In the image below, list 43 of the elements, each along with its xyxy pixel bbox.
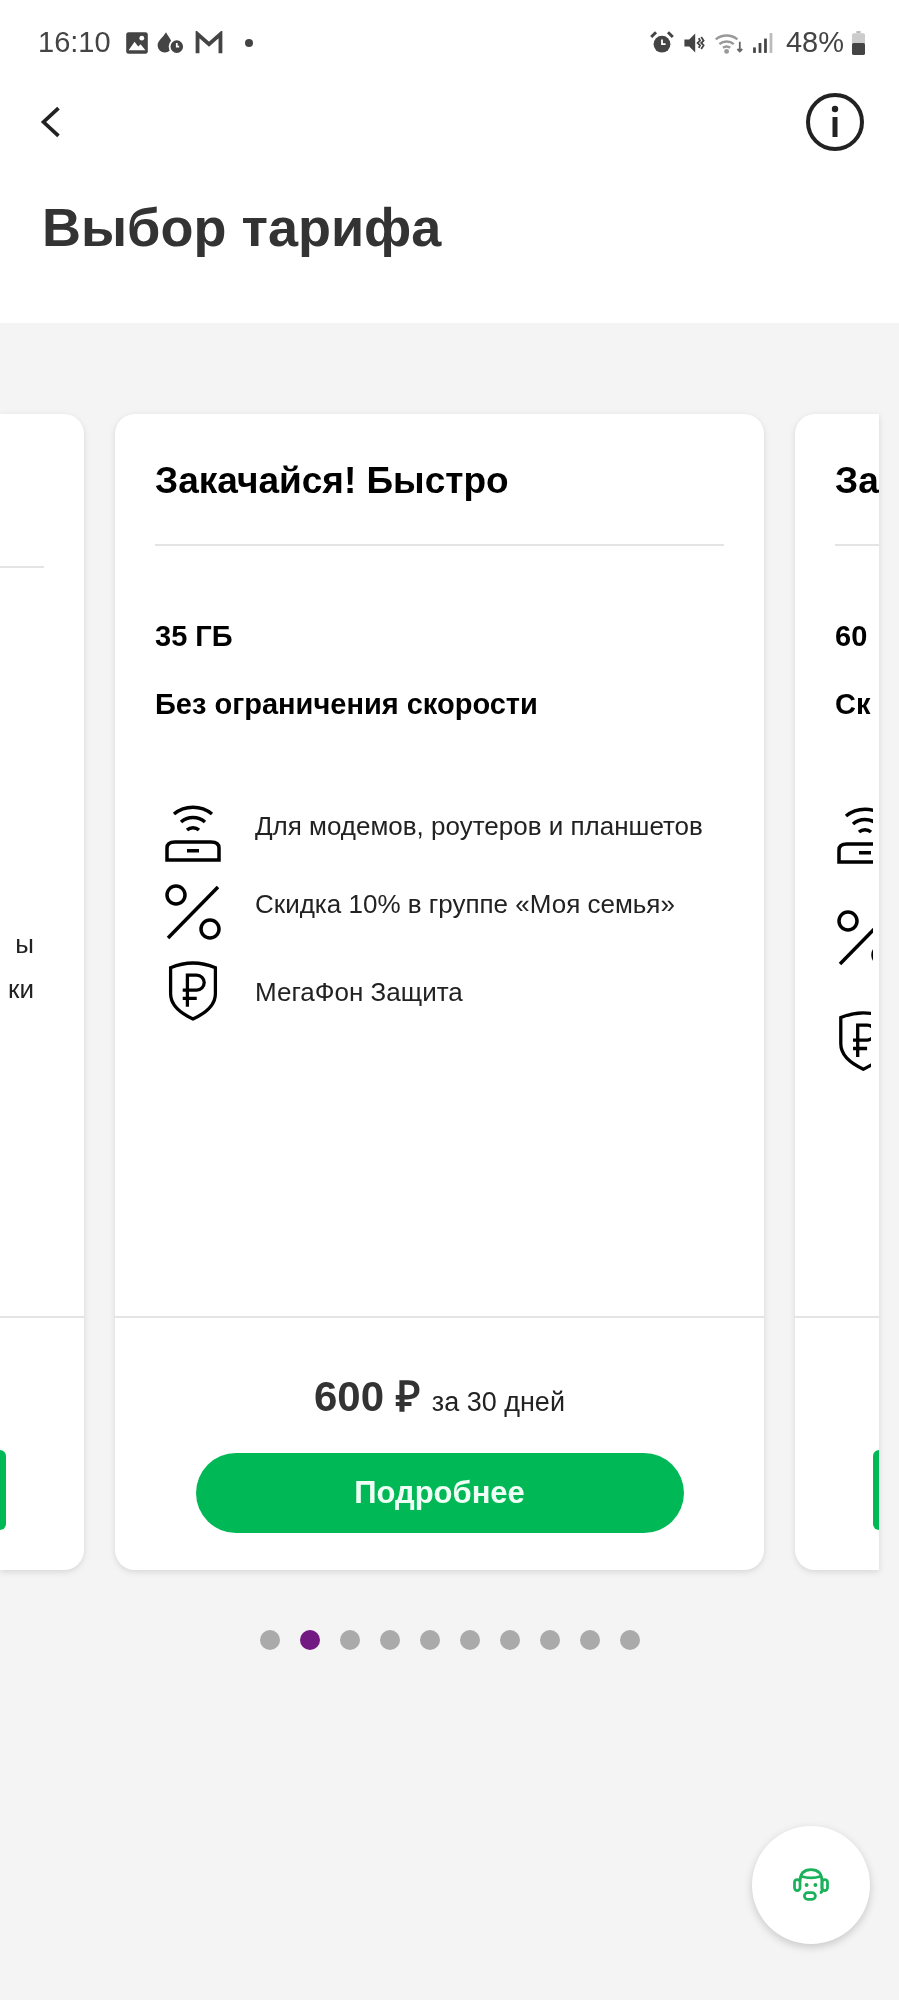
info-icon[interactable] bbox=[805, 92, 865, 152]
data-volume: 35 ГБ bbox=[155, 619, 234, 654]
percent-icon bbox=[163, 882, 223, 942]
feature-text: ки bbox=[8, 973, 34, 1006]
tariff-title: Закачайся! Быстро bbox=[155, 459, 510, 503]
page-dot[interactable] bbox=[379, 1630, 400, 1650]
price-period: за 30 дней bbox=[431, 1387, 565, 1418]
battery-percent: 48% bbox=[785, 26, 844, 59]
feature-text: Для модемов, роутеров и планшетов bbox=[255, 810, 703, 843]
speed-text: Без ограничения скорости bbox=[155, 687, 539, 722]
page-dot[interactable] bbox=[619, 1630, 640, 1650]
page-dot[interactable] bbox=[419, 1630, 440, 1650]
price: 600 ₽ bbox=[314, 1372, 420, 1422]
battery-icon bbox=[852, 30, 865, 55]
page-dot[interactable] bbox=[579, 1630, 600, 1650]
tariff-card[interactable]: ы ки bbox=[0, 414, 84, 1570]
page-dot[interactable] bbox=[339, 1630, 360, 1650]
details-button[interactable] bbox=[0, 1450, 6, 1530]
mail-icon bbox=[194, 30, 223, 55]
signal-icon bbox=[751, 30, 774, 55]
status-time: 16:10 bbox=[38, 26, 111, 59]
tariff-card[interactable]: За 60 Ск bbox=[795, 414, 879, 1570]
page-dot[interactable] bbox=[499, 1630, 520, 1650]
details-button[interactable] bbox=[873, 1450, 879, 1530]
feature-text: Скидка 10% в группе «Моя семья» bbox=[255, 888, 675, 921]
router-icon bbox=[163, 804, 223, 864]
page-title: Выбор тарифа bbox=[42, 196, 443, 259]
page-dot[interactable] bbox=[259, 1630, 280, 1650]
back-icon[interactable] bbox=[40, 106, 62, 138]
notification-dot-icon bbox=[244, 38, 253, 47]
page-dot[interactable] bbox=[459, 1630, 480, 1650]
data-volume: 60 bbox=[835, 619, 869, 654]
support-button[interactable] bbox=[752, 1826, 870, 1944]
router-icon bbox=[835, 806, 873, 866]
feature-text: МегаФон Защита bbox=[255, 976, 463, 1009]
speed-text: Ск bbox=[835, 687, 872, 722]
tariff-title: За bbox=[835, 459, 879, 503]
page-dot[interactable] bbox=[539, 1630, 560, 1650]
feature-text: ы bbox=[15, 928, 34, 961]
page-dot[interactable] bbox=[299, 1630, 320, 1650]
alarm-icon bbox=[649, 30, 674, 55]
percent-icon bbox=[835, 908, 873, 968]
image-icon bbox=[124, 30, 149, 55]
